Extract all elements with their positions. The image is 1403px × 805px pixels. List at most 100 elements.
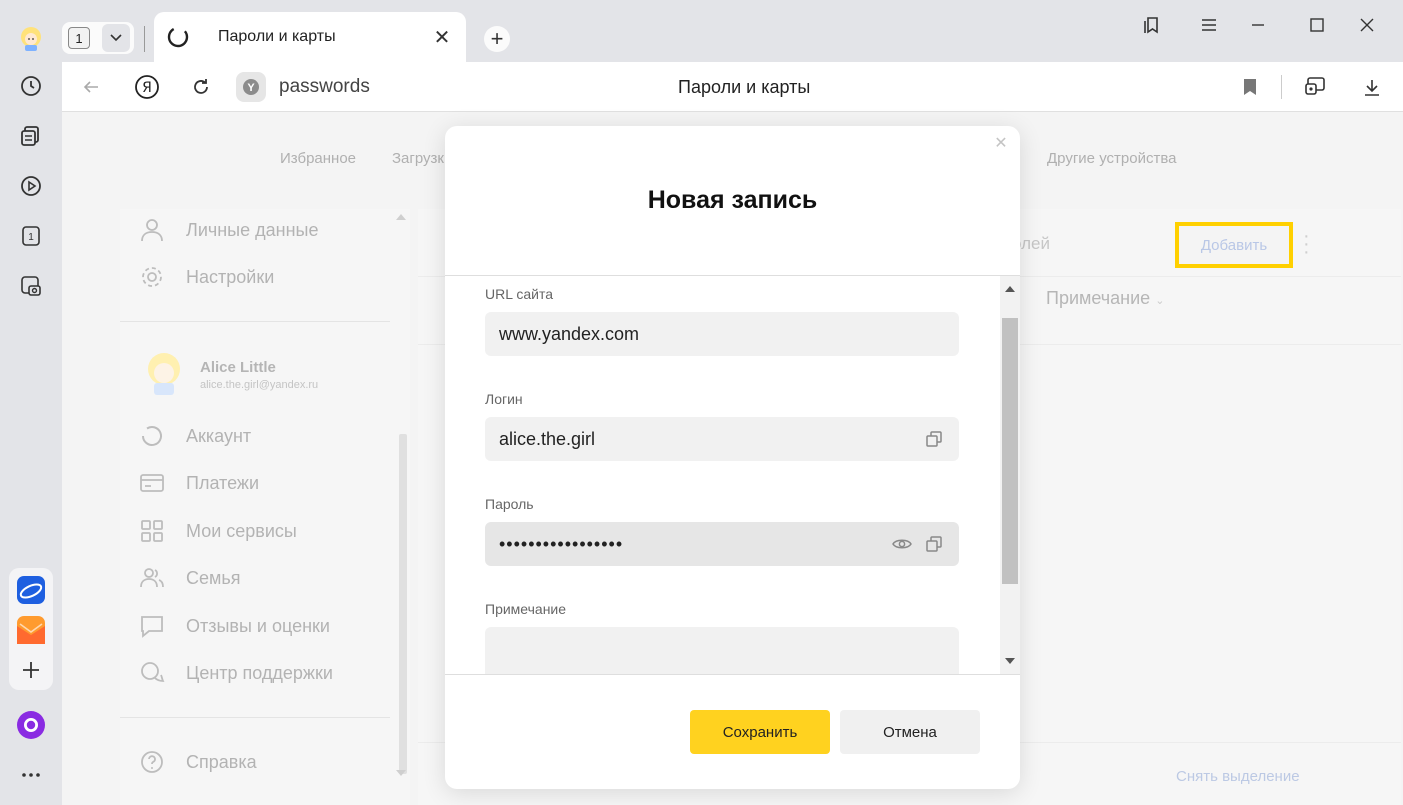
- note-label: Примечание: [485, 601, 567, 617]
- column-header-note[interactable]: Примечание ⌄: [1046, 288, 1164, 309]
- menu-icon[interactable]: [1196, 12, 1222, 38]
- downloads-icon[interactable]: [1358, 73, 1386, 101]
- bookmark-icon[interactable]: [1236, 73, 1264, 101]
- menu-label: Центр поддержки: [186, 662, 333, 683]
- login-field[interactable]: alice.the.girl: [485, 417, 959, 461]
- passwords-favicon-icon: [166, 25, 190, 49]
- site-info-icon[interactable]: Y: [236, 72, 266, 102]
- bookmarks-panel-icon[interactable]: [1139, 12, 1165, 38]
- tabs-counter-icon[interactable]: 1: [17, 222, 45, 250]
- new-entry-dialog: ✕ Новая запись URL сайта www.yandex.com …: [445, 126, 1020, 789]
- left-menu-panel: Личные данные Настройки Alice Little ali…: [120, 209, 410, 805]
- menu-payments[interactable]: Платежи: [138, 468, 259, 498]
- scrollbar-thumb[interactable]: [1002, 318, 1018, 584]
- dialog-scrollbar[interactable]: [1000, 276, 1020, 674]
- login-value: alice.the.girl: [499, 428, 596, 449]
- window-close-icon[interactable]: [1354, 12, 1380, 38]
- unselect-link[interactable]: Снять выделение: [1176, 768, 1300, 785]
- scroll-up-arrow-icon[interactable]: [396, 214, 406, 220]
- tab-count-badge: 1: [68, 27, 90, 49]
- login-label: Логин: [485, 391, 523, 407]
- more-vertical-icon[interactable]: · · ·: [1303, 226, 1310, 262]
- maximize-icon[interactable]: [1304, 12, 1330, 38]
- svg-text:1: 1: [28, 232, 34, 243]
- menu-divider: [120, 717, 390, 718]
- menu-label: Платежи: [186, 472, 260, 493]
- password-label: Пароль: [485, 496, 534, 512]
- nav-other-devices[interactable]: Другие устройства: [1047, 150, 1176, 167]
- menu-reviews[interactable]: Отзывы и оценки: [138, 611, 330, 641]
- close-icon[interactable]: ✕: [992, 134, 1010, 152]
- svg-text:Y: Y: [247, 82, 255, 94]
- more-dots-icon[interactable]: [17, 761, 45, 789]
- back-arrow-icon[interactable]: [77, 73, 105, 101]
- url-label: URL сайта: [485, 286, 554, 302]
- tab-passwords[interactable]: Пароли и карты ✕: [154, 12, 466, 62]
- chevron-down-icon[interactable]: [102, 24, 130, 52]
- add-password-button[interactable]: Добавить: [1175, 222, 1293, 268]
- copy-icon[interactable]: [923, 533, 945, 555]
- eye-icon[interactable]: [891, 533, 913, 555]
- url-field[interactable]: www.yandex.com: [485, 312, 959, 356]
- password-field[interactable]: •••••••••••••••••: [485, 522, 959, 566]
- close-icon[interactable]: ✕: [428, 23, 456, 51]
- menu-label: Личные данные: [186, 219, 319, 240]
- address-bar: Я Y passwords Пароли и карты: [62, 62, 1403, 112]
- nav-favorites[interactable]: Избранное: [280, 150, 356, 167]
- tab-title: Пароли и карты: [218, 28, 336, 45]
- menu-family[interactable]: Семья: [138, 563, 241, 593]
- comment-icon: [138, 612, 166, 640]
- tab-count-dropdown[interactable]: 1: [62, 22, 134, 54]
- profile-avatar-icon[interactable]: [17, 24, 45, 52]
- menu-label: Справка: [186, 751, 257, 772]
- menu-personal-data[interactable]: Личные данные: [138, 215, 318, 245]
- note-field[interactable]: [485, 627, 959, 674]
- history-icon[interactable]: [17, 72, 45, 100]
- user-name: Alice Little: [200, 359, 276, 376]
- new-tab-button[interactable]: +: [484, 26, 510, 52]
- mail-app-icon[interactable]: [17, 616, 45, 644]
- menu-account[interactable]: Аккаунт: [138, 421, 251, 451]
- menu-my-services[interactable]: Мои сервисы: [138, 516, 297, 546]
- video-play-icon[interactable]: [17, 172, 45, 200]
- screenshot-icon[interactable]: [17, 272, 45, 300]
- svg-text:Я: Я: [142, 80, 152, 96]
- grid-icon: [138, 517, 166, 545]
- family-icon: [138, 564, 166, 592]
- add-app-icon[interactable]: [17, 656, 45, 684]
- menu-label: Семья: [186, 567, 241, 588]
- user-email: alice.the.girl@yandex.ru: [200, 379, 319, 391]
- minimize-icon[interactable]: [1245, 12, 1271, 38]
- menu-settings[interactable]: Настройки: [138, 262, 274, 292]
- address-input[interactable]: passwords: [279, 76, 370, 98]
- column-header-label: Примечание: [1046, 288, 1151, 308]
- menu-label: Отзывы и оценки: [186, 615, 330, 636]
- messenger-app-icon[interactable]: [17, 576, 45, 604]
- save-button[interactable]: Сохранить: [690, 710, 830, 754]
- browser-sidebar: 1: [0, 0, 62, 805]
- nav-downloads[interactable]: Загрузк: [392, 150, 444, 167]
- alice-assistant-icon[interactable]: [17, 711, 45, 739]
- menu-label: Аккаунт: [186, 425, 252, 446]
- tab-separator: [144, 26, 145, 52]
- menu-support[interactable]: Центр поддержки: [138, 658, 333, 688]
- collections-icon[interactable]: [17, 122, 45, 150]
- support-icon: [138, 659, 166, 687]
- scroll-down-arrow-icon[interactable]: [396, 770, 406, 776]
- dialog-divider: [445, 674, 1020, 675]
- menu-help[interactable]: Справка: [138, 747, 257, 777]
- reload-icon[interactable]: [187, 73, 215, 101]
- yandex-logo-icon[interactable]: Я: [133, 73, 161, 101]
- page-title: Пароли и карты: [678, 77, 811, 97]
- scroll-down-arrow-icon[interactable]: [1005, 658, 1015, 664]
- card-icon: [138, 469, 166, 497]
- left-panel-scrollbar[interactable]: [399, 434, 407, 774]
- account-icon: [138, 422, 166, 450]
- cancel-button[interactable]: Отмена: [840, 710, 980, 754]
- scroll-up-arrow-icon[interactable]: [1005, 286, 1015, 292]
- copy-icon[interactable]: [923, 428, 945, 450]
- help-icon: [138, 748, 166, 776]
- passwords-manager-icon[interactable]: [1302, 73, 1330, 101]
- person-icon: [138, 216, 166, 244]
- dialog-title: Новая запись: [647, 186, 818, 214]
